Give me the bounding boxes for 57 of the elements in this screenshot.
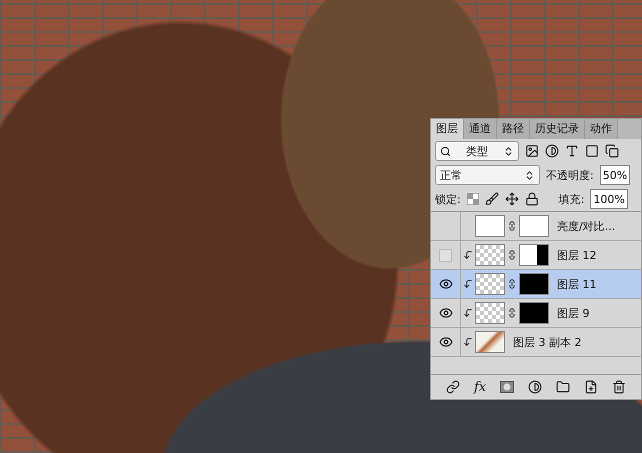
search-icon [440,146,451,156]
folder-icon[interactable] [556,380,570,394]
opacity-field[interactable]: 50% [600,165,630,185]
type-icon[interactable] [565,144,579,158]
layer-row[interactable]: 图层 9 [431,299,641,328]
dropdown-caret-icon [503,146,514,156]
layer-thumbnail [475,215,505,237]
layer-name: 亮度/对比... [557,218,616,234]
mask-icon[interactable] [500,381,514,393]
filter-select[interactable]: 类型 [435,141,519,161]
lock-icon[interactable] [524,192,539,206]
image-icon[interactable] [525,144,539,158]
layer-row[interactable]: 图层 11 [431,270,641,299]
chain-icon [507,221,517,231]
fill-label: 填充: [558,192,584,206]
layer-mask-thumbnail [519,244,549,266]
layer-row[interactable]: 图层 12 [431,241,641,270]
fill-field[interactable]: 100% [590,189,628,209]
opacity-label: 不透明度: [546,168,594,182]
blend-mode-select[interactable]: 正常 [435,165,540,185]
link-icon[interactable] [446,380,460,394]
dropdown-caret-icon [524,170,535,180]
move-icon[interactable] [504,192,519,206]
layer-name: 图层 12 [557,248,596,262]
half-circle-icon[interactable] [528,380,542,394]
layer-thumbnail [475,302,505,324]
layer-name: 图层 3 副本 2 [513,334,582,350]
lock-label: 锁定: [435,192,461,206]
layer-row[interactable]: 亮度/对比... [431,212,641,241]
chain-icon [507,250,517,260]
brush-icon[interactable] [484,192,499,206]
layer-mask-thumbnail [519,215,549,237]
layer-mask-thumbnail [519,273,549,295]
panel-tab[interactable]: 通道 [464,119,497,139]
shape-icon[interactable] [585,144,599,158]
chain-icon [507,279,517,289]
layer-mask-thumbnail [519,302,549,324]
layer-name: 图层 9 [557,306,590,320]
panel-tab[interactable]: 图层 [431,119,464,139]
layer-thumbnail [475,273,505,295]
layer-row[interactable]: 图层 3 副本 2 [431,328,641,357]
new-layer-icon[interactable] [584,380,598,394]
panel-tab[interactable]: 动作 [585,119,618,139]
chain-icon [507,308,517,318]
layer-thumbnail [475,244,505,266]
checkerboard-icon[interactable] [466,193,479,205]
panel-tab[interactable]: 历史记录 [530,119,585,139]
eye-icon[interactable] [438,335,452,349]
eye-icon[interactable] [438,277,452,291]
layer-name: 图层 11 [557,276,596,292]
layer-thumbnail [475,331,505,353]
document-icon[interactable] [605,144,619,158]
eye-icon[interactable] [438,306,452,320]
panel-tab[interactable]: 路径 [497,119,530,139]
half-circle-icon[interactable] [545,144,559,158]
fx-button[interactable]: fx [474,380,486,394]
trash-icon[interactable] [612,380,626,394]
